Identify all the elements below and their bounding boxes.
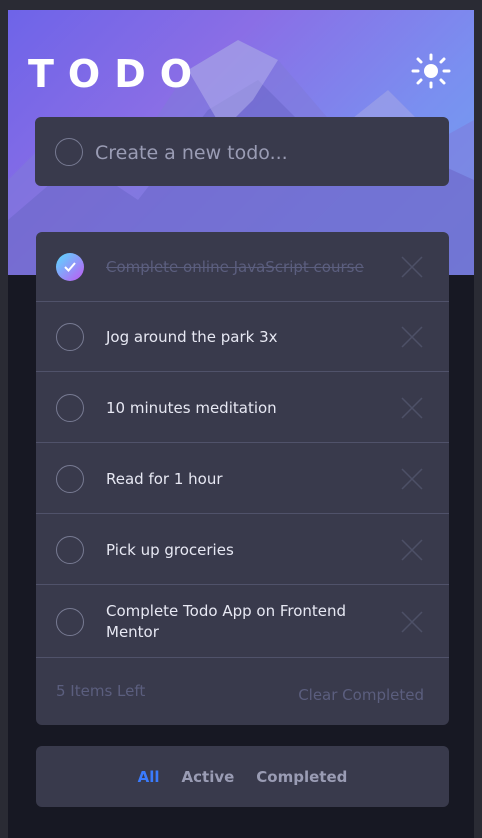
- todo-item: Read for 1 hour: [36, 444, 449, 514]
- todo-checkbox[interactable]: [56, 323, 84, 351]
- todo-list: Complete online JavaScript course Jog ar…: [36, 232, 449, 725]
- todo-item: Complete online JavaScript course: [36, 232, 449, 302]
- close-icon: [401, 611, 423, 633]
- close-icon: [401, 397, 423, 419]
- todo-text: Jog around the park 3x: [106, 327, 278, 346]
- todo-checkbox[interactable]: [56, 394, 84, 422]
- list-footer: 5 Items Left Clear Completed: [36, 658, 449, 725]
- items-left-count: 5 Items Left: [56, 682, 146, 700]
- delete-todo-button[interactable]: [400, 255, 424, 279]
- todo-text: Pick up groceries: [106, 540, 234, 559]
- filter-bar: All Active Completed: [36, 746, 449, 807]
- todo-checkbox[interactable]: [56, 465, 84, 493]
- app-title: TODO: [28, 52, 207, 96]
- sun-icon: [411, 53, 451, 89]
- theme-toggle-button[interactable]: [410, 52, 452, 90]
- delete-todo-button[interactable]: [400, 396, 424, 420]
- todo-checkbox[interactable]: [56, 608, 84, 636]
- todo-text: Complete online JavaScript course: [106, 257, 364, 276]
- delete-todo-button[interactable]: [400, 467, 424, 491]
- todo-text: Complete Todo App on Frontend Mentor: [106, 602, 347, 641]
- delete-todo-button[interactable]: [400, 610, 424, 634]
- close-icon: [401, 326, 423, 348]
- filter-all-button[interactable]: All: [138, 768, 160, 786]
- delete-todo-button[interactable]: [400, 538, 424, 562]
- new-todo-form: [35, 117, 449, 186]
- todo-checkbox-checked[interactable]: [56, 253, 84, 281]
- todo-text: 10 minutes meditation: [106, 398, 277, 417]
- todo-item: 10 minutes meditation: [36, 373, 449, 443]
- todo-text: Read for 1 hour: [106, 469, 223, 488]
- todo-checkbox[interactable]: [56, 536, 84, 564]
- check-icon: [64, 262, 76, 272]
- filter-active-button[interactable]: Active: [182, 768, 235, 786]
- todo-item: Complete Todo App on Frontend Mentor: [36, 586, 449, 658]
- close-icon: [401, 468, 423, 490]
- filter-completed-button[interactable]: Completed: [256, 768, 347, 786]
- new-todo-checkbox[interactable]: [55, 138, 83, 166]
- clear-completed-button[interactable]: Clear Completed: [298, 686, 424, 704]
- delete-todo-button[interactable]: [400, 325, 424, 349]
- todo-item: Jog around the park 3x: [36, 302, 449, 372]
- close-icon: [401, 539, 423, 561]
- new-todo-input[interactable]: [93, 135, 437, 171]
- todo-item: Pick up groceries: [36, 515, 449, 585]
- close-icon: [401, 256, 423, 278]
